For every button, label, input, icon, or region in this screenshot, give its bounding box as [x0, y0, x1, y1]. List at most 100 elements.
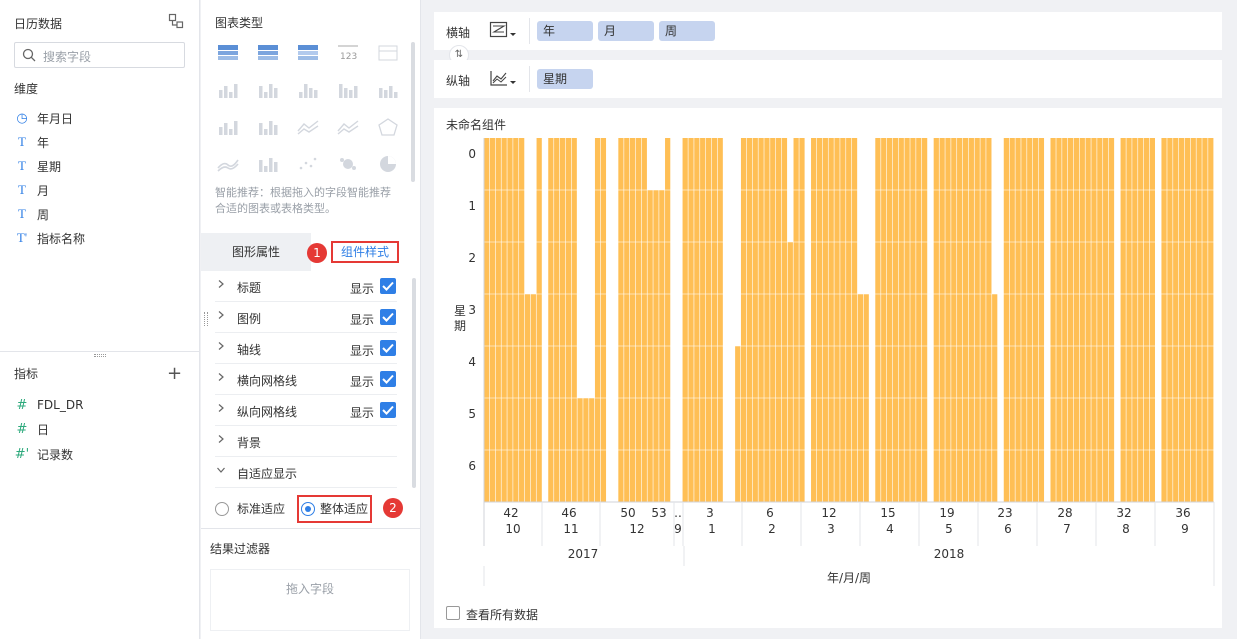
- bar[interactable]: [594, 138, 601, 502]
- dimension-field-0[interactable]: ◷ 年月日: [14, 108, 73, 128]
- bar[interactable]: [916, 138, 922, 502]
- bar[interactable]: [886, 138, 893, 502]
- bar[interactable]: [1161, 138, 1167, 502]
- bar[interactable]: [1208, 138, 1214, 502]
- bar[interactable]: [781, 138, 788, 502]
- bar[interactable]: [513, 138, 519, 502]
- bar-stack-icon[interactable]: [375, 79, 401, 101]
- bar[interactable]: [1196, 138, 1202, 502]
- bar[interactable]: [770, 138, 776, 502]
- chevron-right-icon[interactable]: [217, 342, 225, 350]
- chevron-right-icon[interactable]: [217, 280, 225, 288]
- bar[interactable]: [1202, 138, 1208, 502]
- bar-horizontal-icon[interactable]: [215, 116, 241, 138]
- bar[interactable]: [1190, 138, 1196, 502]
- dimension-field-1[interactable]: T年: [14, 132, 49, 152]
- bar[interactable]: [740, 138, 747, 502]
- grouped-table-icon[interactable]: [215, 79, 241, 101]
- bar[interactable]: [1178, 138, 1185, 502]
- bar[interactable]: [1091, 138, 1097, 502]
- bar[interactable]: [1009, 138, 1015, 502]
- column-chart-icon[interactable]: [335, 79, 361, 101]
- bar[interactable]: [793, 138, 799, 502]
- panel-splitter[interactable]: [0, 351, 200, 352]
- panel-resize-grip-icon[interactable]: [204, 312, 208, 326]
- bar[interactable]: [1038, 138, 1045, 502]
- bar[interactable]: [933, 138, 939, 502]
- bar[interactable]: [816, 138, 823, 502]
- axis-line-dropdown-icon[interactable]: [489, 69, 517, 89]
- bar[interactable]: [898, 138, 904, 502]
- bar[interactable]: [840, 138, 846, 502]
- bar[interactable]: [1021, 138, 1027, 502]
- y-field-weekday-pill[interactable]: 星期: [537, 69, 593, 89]
- x-field-month-pill[interactable]: 月: [598, 21, 654, 41]
- bar[interactable]: [1184, 138, 1191, 502]
- bar[interactable]: [787, 242, 793, 502]
- tab-component-style[interactable]: 组件样式: [331, 241, 399, 263]
- bar[interactable]: [600, 138, 607, 502]
- bar[interactable]: [694, 138, 700, 502]
- bar[interactable]: [986, 138, 992, 502]
- bar[interactable]: [1103, 138, 1109, 502]
- property-scrollbar[interactable]: [412, 278, 416, 488]
- filter-drop-zone[interactable]: 拖入字段: [210, 569, 410, 631]
- bar[interactable]: [624, 138, 630, 502]
- measure-field-0[interactable]: # FDL_DR: [14, 395, 84, 415]
- bar[interactable]: [1149, 138, 1155, 502]
- property-row-1[interactable]: 图例 显示: [215, 303, 397, 333]
- bar[interactable]: [904, 138, 910, 502]
- bar[interactable]: [980, 138, 986, 502]
- kpi-number-icon[interactable]: 123: [335, 42, 361, 64]
- cross-table-icon[interactable]: [255, 42, 281, 64]
- column-mini-icon[interactable]: [255, 153, 281, 175]
- bar[interactable]: [1032, 138, 1039, 502]
- dataset-settings-icon[interactable]: [168, 13, 184, 29]
- property-row-2[interactable]: 轴线 显示: [215, 334, 397, 364]
- property-row-6[interactable]: 自适应显示: [215, 458, 397, 488]
- pie-icon[interactable]: [375, 153, 401, 175]
- bar[interactable]: [974, 138, 980, 502]
- bar[interactable]: [507, 138, 513, 502]
- bar[interactable]: [846, 138, 852, 502]
- add-measure-icon[interactable]: +: [167, 363, 182, 384]
- bar[interactable]: [688, 138, 694, 502]
- x-field-year-pill[interactable]: 年: [537, 21, 593, 41]
- bar[interactable]: [758, 138, 764, 502]
- bar[interactable]: [519, 138, 525, 502]
- bar[interactable]: [682, 138, 688, 502]
- bar[interactable]: [951, 138, 957, 502]
- property-row-5[interactable]: 背景: [215, 427, 397, 457]
- property-show-checkbox[interactable]: [380, 278, 396, 294]
- bar[interactable]: [822, 138, 828, 502]
- bar[interactable]: [1132, 138, 1138, 502]
- bar[interactable]: [752, 138, 758, 502]
- bar[interactable]: [1167, 138, 1173, 502]
- table-icon[interactable]: [215, 42, 241, 64]
- bar[interactable]: [1062, 138, 1068, 502]
- chevron-right-icon[interactable]: [217, 435, 225, 443]
- bar[interactable]: [1097, 138, 1103, 502]
- bar[interactable]: [945, 138, 951, 502]
- property-row-3[interactable]: 横向网格线 显示: [215, 365, 397, 395]
- bar[interactable]: [851, 138, 858, 502]
- bar[interactable]: [641, 138, 647, 502]
- property-show-checkbox[interactable]: [380, 340, 396, 356]
- bar[interactable]: [735, 346, 741, 502]
- bar[interactable]: [811, 138, 817, 502]
- bar[interactable]: [665, 138, 671, 502]
- chevron-right-icon[interactable]: [217, 373, 225, 381]
- chart-type-scrollbar[interactable]: [411, 42, 415, 182]
- bar[interactable]: [968, 138, 974, 502]
- scatter-icon[interactable]: [295, 153, 321, 175]
- bar[interactable]: [717, 138, 723, 502]
- dimension-field-4[interactable]: T周: [14, 204, 49, 224]
- view-all-checkbox-box[interactable]: [446, 606, 460, 620]
- bar[interactable]: [1143, 138, 1150, 502]
- dot-matrix-icon[interactable]: [295, 79, 321, 101]
- dimension-field-5[interactable]: T' 指标名称: [14, 228, 85, 248]
- bar[interactable]: [630, 138, 636, 502]
- bar[interactable]: [1085, 138, 1091, 502]
- tab-graphic-attributes[interactable]: 图形属性: [201, 233, 311, 271]
- bar[interactable]: [1126, 138, 1132, 502]
